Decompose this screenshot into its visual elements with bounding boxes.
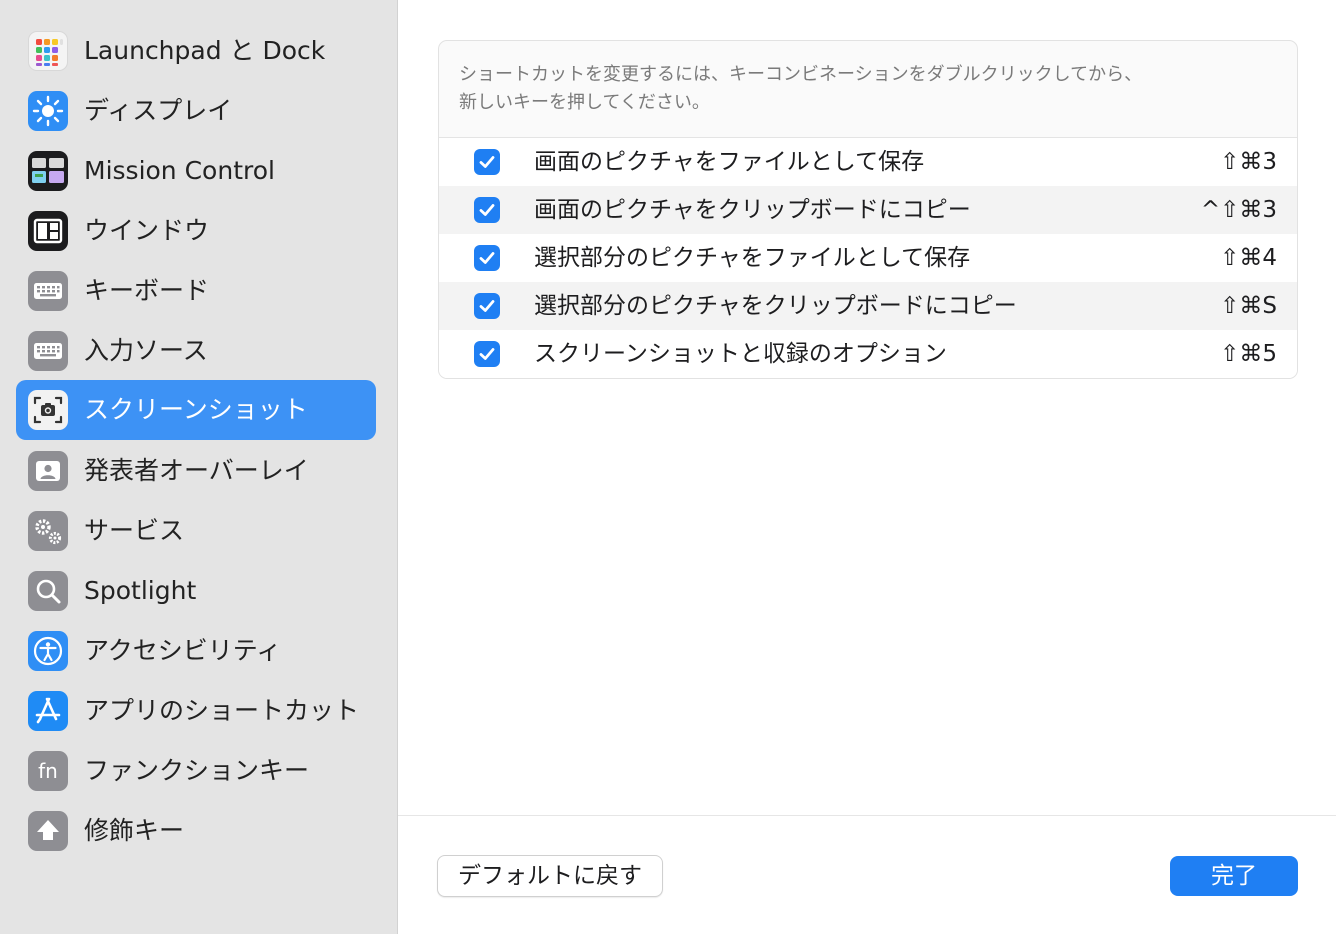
shortcut-label: 画面のピクチャをファイルとして保存	[534, 149, 925, 175]
shortcut-label: スクリーンショットと収録のオプション	[534, 341, 947, 367]
shortcut-row[interactable]: 画面のピクチャをファイルとして保存 ⇧⌘3	[439, 138, 1297, 186]
instruction-line-1: ショートカットを変更するには、キーコンビネーションをダブルクリックしてから、	[459, 64, 1143, 85]
sidebar-item-function-keys[interactable]: fn ファンクションキー	[16, 741, 376, 801]
presenter-overlay-icon	[28, 451, 68, 491]
sidebar-item-launchpad-dock[interactable]: Launchpad と Dock	[16, 21, 376, 81]
sidebar-item-window[interactable]: ウインドウ	[16, 201, 376, 261]
sidebar-item-label: Launchpad と Dock	[84, 36, 326, 65]
svg-text:fn: fn	[38, 759, 58, 783]
instruction-line-2: 新しいキーを押してください。	[459, 92, 710, 113]
shortcut-label: 画面のピクチャをクリップボードにコピー	[534, 197, 971, 223]
fn-key-icon: fn	[28, 751, 68, 791]
shortcut-checkbox[interactable]	[474, 293, 500, 319]
sidebar-item-display[interactable]: ディスプレイ	[16, 81, 376, 141]
sidebar-item-label: 発表者オーバーレイ	[84, 456, 309, 485]
modifier-arrow-icon	[28, 811, 68, 851]
magnifier-icon	[28, 571, 68, 611]
sidebar-item-label: ディスプレイ	[84, 96, 233, 125]
shortcut-checkbox[interactable]	[474, 197, 500, 223]
checkmark-icon	[479, 348, 495, 360]
window-icon	[28, 211, 68, 251]
sidebar-item-app-shortcuts[interactable]: アプリのショートカット	[16, 681, 376, 741]
sidebar-item-label: 入力ソース	[84, 336, 208, 365]
keyboard-icon	[28, 271, 68, 311]
sidebar-item-spotlight[interactable]: Spotlight	[16, 561, 376, 621]
sidebar-item-modifier-keys[interactable]: 修飾キー	[16, 801, 376, 861]
sidebar-item-accessibility[interactable]: アクセシビリティ	[16, 621, 376, 681]
app-store-icon	[28, 691, 68, 731]
main-content: ショートカットを変更するには、キーコンビネーションをダブルクリックしてから、 新…	[398, 0, 1336, 934]
input-source-keyboard-icon	[28, 331, 68, 371]
sidebar-item-label: アクセシビリティ	[84, 636, 282, 665]
sidebar-item-label: Spotlight	[84, 576, 197, 605]
shortcut-list: 画面のピクチャをファイルとして保存 ⇧⌘3 画面のピクチャをクリップボードにコピ…	[439, 137, 1297, 378]
sidebar-item-mission-control[interactable]: Mission Control	[16, 141, 376, 201]
shortcut-keys[interactable]: ⇧⌘S	[1220, 282, 1277, 330]
accessibility-icon	[28, 631, 68, 671]
display-brightness-icon	[28, 91, 68, 131]
shortcut-row[interactable]: スクリーンショットと収録のオプション ⇧⌘5	[439, 330, 1297, 378]
sidebar-item-keyboard[interactable]: キーボード	[16, 261, 376, 321]
launchpad-icon	[28, 31, 68, 71]
sidebar-item-label: サービス	[84, 516, 185, 545]
checkmark-icon	[479, 204, 495, 216]
gears-icon	[28, 511, 68, 551]
checkmark-icon	[479, 300, 495, 312]
shortcut-panel: ショートカットを変更するには、キーコンビネーションをダブルクリックしてから、 新…	[438, 40, 1298, 379]
shortcut-row[interactable]: 選択部分のピクチャをファイルとして保存 ⇧⌘4	[439, 234, 1297, 282]
sidebar-item-presenter-overlay[interactable]: 発表者オーバーレイ	[16, 441, 376, 501]
shortcut-checkbox[interactable]	[474, 149, 500, 175]
checkmark-icon	[479, 156, 495, 168]
sidebar-item-label: スクリーンショット	[84, 395, 308, 424]
mission-control-icon	[28, 151, 68, 191]
sidebar-item-label: ファンクションキー	[84, 756, 310, 785]
shortcut-keys[interactable]: ^⇧⌘3	[1201, 186, 1277, 234]
checkmark-icon	[479, 252, 495, 264]
sidebar-item-label: アプリのショートカット	[84, 696, 360, 725]
shortcut-keys[interactable]: ⇧⌘4	[1220, 234, 1277, 282]
shortcut-keys[interactable]: ⇧⌘5	[1220, 330, 1277, 378]
shortcut-row[interactable]: 選択部分のピクチャをクリップボードにコピー ⇧⌘S	[439, 282, 1297, 330]
restore-defaults-button[interactable]: デフォルトに戻す	[437, 855, 663, 897]
shortcut-label: 選択部分のピクチャをファイルとして保存	[534, 245, 971, 271]
sidebar-item-label: ウインドウ	[84, 216, 210, 245]
sidebar: Launchpad と Dock ディスプレイ Mission Control …	[0, 0, 398, 934]
sidebar-item-screenshot[interactable]: スクリーンショット	[16, 380, 376, 440]
sidebar-item-input-source[interactable]: 入力ソース	[16, 321, 376, 381]
shortcut-row[interactable]: 画面のピクチャをクリップボードにコピー ^⇧⌘3	[439, 186, 1297, 234]
shortcut-keys[interactable]: ⇧⌘3	[1220, 138, 1277, 186]
sidebar-item-label: キーボード	[84, 276, 210, 305]
shortcut-label: 選択部分のピクチャをクリップボードにコピー	[534, 293, 1017, 319]
screenshot-icon	[28, 390, 68, 430]
done-button[interactable]: 完了	[1170, 856, 1298, 896]
sidebar-item-label: 修飾キー	[84, 816, 185, 845]
shortcut-checkbox[interactable]	[474, 245, 500, 271]
shortcut-checkbox[interactable]	[474, 341, 500, 367]
instruction-text: ショートカットを変更するには、キーコンビネーションをダブルクリックしてから、 新…	[459, 61, 1259, 117]
sidebar-item-label: Mission Control	[84, 156, 275, 185]
footer-divider	[398, 815, 1336, 816]
sidebar-item-services[interactable]: サービス	[16, 501, 376, 561]
